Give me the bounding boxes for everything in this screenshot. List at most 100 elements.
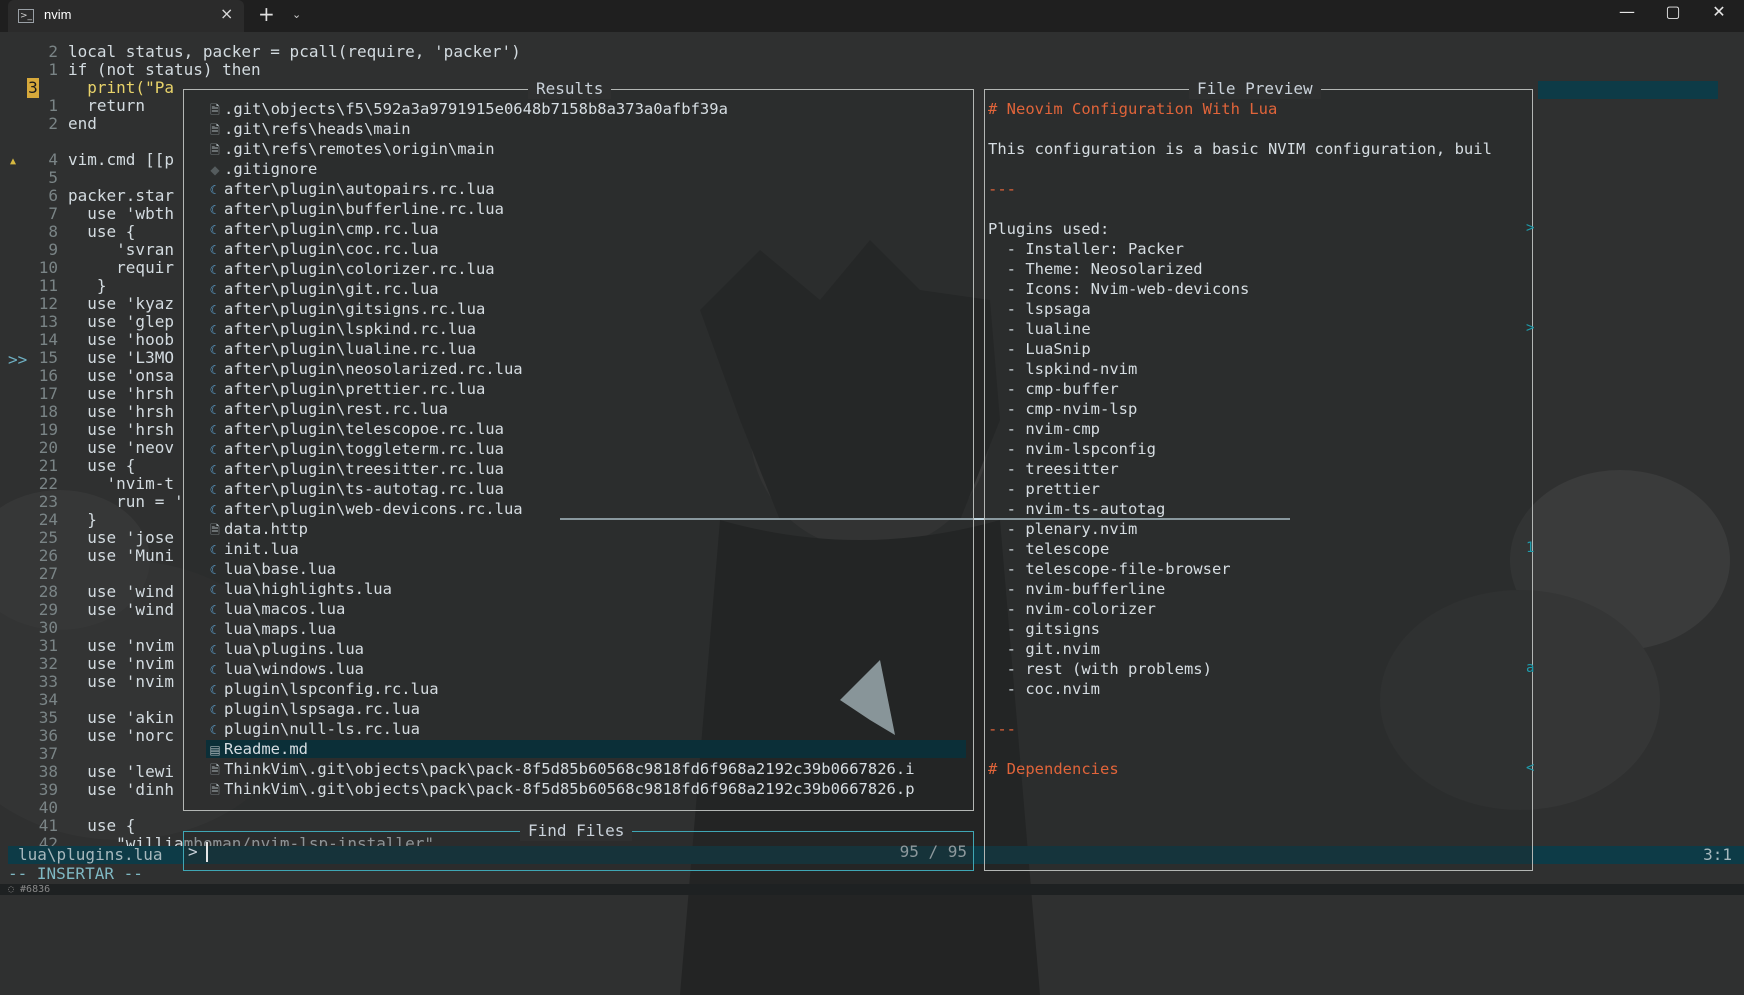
editor-area[interactable]: 2 1 3 1 2 4 5 6 7 8 9 10 11 12 13 14 15 16 17 18 19 20 21 22 23 2… [0, 40, 521, 853]
result-item[interactable]: ☾ after\plugin\telescopoe.rc.lua [206, 420, 966, 438]
result-item[interactable]: ☾ after\plugin\bufferline.rc.lua [206, 200, 966, 218]
code-line[interactable]: print("Pa [68, 78, 174, 98]
result-item[interactable]: ☾ lua\base.lua [206, 560, 966, 578]
result-item[interactable]: ☾ after\plugin\gitsigns.rc.lua [206, 300, 966, 318]
code-line[interactable]: use 'kyaz [68, 294, 174, 314]
git-icon: ◆ [210, 163, 220, 177]
result-item[interactable]: ☾ after\plugin\cmp.rc.lua [206, 220, 966, 238]
code-line[interactable]: use 'wbth [68, 204, 174, 224]
code-line[interactable]: use 'onsa [68, 366, 174, 386]
result-item[interactable]: 🗎 .git\refs\heads\main [206, 120, 966, 138]
result-item[interactable]: ☾ after\plugin\treesitter.rc.lua [206, 460, 966, 478]
result-item[interactable]: 🗎 .git\refs\remotes\origin\main [206, 140, 966, 158]
result-item[interactable]: ☾ lua\maps.lua [206, 620, 966, 638]
code-line[interactable]: use 'dinh [68, 780, 174, 800]
code-line[interactable]: } [68, 276, 107, 296]
result-item[interactable]: ☾ lua\windows.lua [206, 660, 966, 678]
result-item[interactable]: ☾ lua\highlights.lua [206, 580, 966, 598]
preview-line: # Neovim Configuration With Lua [988, 100, 1278, 118]
code-line[interactable]: use 'L3MO [68, 348, 174, 368]
code-line[interactable]: 'svran [68, 240, 174, 260]
preview-line: - git.nvim [988, 640, 1100, 658]
terminal-tab[interactable]: >_ nvim × [8, 0, 244, 32]
result-item[interactable]: 🗎 data.http [206, 520, 966, 538]
lua-icon: ☾ [209, 503, 221, 517]
code-line[interactable]: use 'wind [68, 582, 174, 602]
code-line[interactable]: local status, packer = pcall(require, 'p… [68, 42, 521, 62]
result-item[interactable]: ☾ plugin\null-ls.rc.lua [206, 720, 966, 738]
result-item[interactable]: 🗎 ThinkVim\.git\objects\pack\pack-8f5d85b… [206, 780, 966, 798]
preview-line: - nvim-colorizer [988, 600, 1156, 618]
code-line[interactable]: use 'norc [68, 726, 174, 746]
code-line[interactable]: use 'nvim [68, 654, 174, 674]
code-line[interactable]: use 'neov [68, 438, 174, 458]
code-line[interactable]: use { [68, 456, 135, 476]
code-line[interactable]: use 'jose [68, 528, 174, 548]
line-number: 8 [48, 222, 58, 241]
lua-icon: ☾ [209, 203, 221, 217]
result-item[interactable]: ☾ init.lua [206, 540, 966, 558]
line-number: 10 [38, 258, 58, 277]
result-label: after\plugin\autopairs.rc.lua [224, 180, 495, 198]
line-number: 17 [38, 384, 58, 403]
code-line[interactable]: use 'wind [68, 600, 174, 620]
code-line[interactable]: requir [68, 258, 174, 278]
line-number: 33 [38, 672, 58, 691]
code-line[interactable]: use 'nvim [68, 672, 174, 692]
minimize-button[interactable]: — [1604, 2, 1650, 21]
code-line[interactable]: use 'akin [68, 708, 174, 728]
result-item[interactable]: ☾ after\plugin\colorizer.rc.lua [206, 260, 966, 278]
result-item[interactable]: ☾ after\plugin\lualine.rc.lua [206, 340, 966, 358]
results-list[interactable]: 🗎 .git\objects\f5\592a3a9791915e0648b7158… [206, 100, 972, 800]
result-item[interactable]: ☾ plugin\lspsaga.rc.lua [206, 700, 966, 718]
code-line[interactable]: use { [68, 222, 135, 242]
result-item[interactable]: ☾ after\plugin\web-devicons.rc.lua [206, 500, 966, 518]
code-line[interactable]: use 'glep [68, 312, 174, 332]
code-line[interactable]: use 'hrsh [68, 420, 174, 440]
lua-icon: ☾ [209, 623, 221, 637]
result-item[interactable]: ◆ .gitignore [206, 160, 966, 178]
warning-sign-icon: ▲ [10, 156, 17, 167]
close-tab-icon[interactable]: × [220, 4, 233, 23]
result-item[interactable]: ☾ after\plugin\rest.rc.lua [206, 400, 966, 418]
code-line[interactable]: use { [68, 816, 135, 836]
code-line[interactable]: use 'nvim [68, 636, 174, 656]
result-item[interactable]: ☾ lua\plugins.lua [206, 640, 966, 658]
code-line[interactable]: if (not status) then [68, 60, 261, 80]
result-item[interactable]: 🗎 .git\objects\f5\592a3a9791915e0648b7158… [206, 100, 966, 118]
result-item[interactable]: ▤ Readme.md [206, 740, 966, 758]
code-line[interactable]: use 'lewi [68, 762, 174, 782]
code-line[interactable]: run = ' [68, 492, 183, 512]
result-item[interactable]: 🗎 ThinkVim\.git\objects\pack\pack-8f5d85b… [206, 760, 966, 778]
result-item[interactable]: ☾ after\plugin\neosolarized.rc.lua [206, 360, 966, 378]
code-line[interactable]: use 'Muni [68, 546, 174, 566]
result-item[interactable]: ☾ lua\macos.lua [206, 600, 966, 618]
result-item[interactable]: ☾ after\plugin\lspkind.rc.lua [206, 320, 966, 338]
preview-line: - cmp-nvim-lsp [988, 400, 1138, 418]
code-line[interactable]: 'nvim-t [68, 474, 174, 494]
code-line[interactable]: return [68, 96, 145, 116]
result-item[interactable]: ☾ after\plugin\prettier.rc.lua [206, 380, 966, 398]
chevron-down-icon[interactable]: ⌄ [292, 8, 301, 21]
code-line[interactable]: end [68, 114, 97, 134]
result-item[interactable]: ☾ after\plugin\coc.rc.lua [206, 240, 966, 258]
code-line[interactable]: use 'hrsh [68, 384, 174, 404]
line-number: 39 [38, 780, 58, 799]
close-window-button[interactable]: ✕ [1696, 2, 1742, 21]
code-line[interactable]: packer.star [68, 186, 174, 206]
lua-icon: ☾ [209, 343, 221, 357]
result-item[interactable]: ☾ after\plugin\git.rc.lua [206, 280, 966, 298]
code-line[interactable]: } [68, 510, 97, 530]
code-line[interactable]: vim.cmd [[p [68, 150, 174, 170]
result-item[interactable]: ☾ after\plugin\autopairs.rc.lua [206, 180, 966, 198]
code-line[interactable]: use 'hoob [68, 330, 174, 350]
find-files-input[interactable] [206, 842, 210, 862]
code-line[interactable]: use 'hrsh [68, 402, 174, 422]
maximize-button[interactable]: ▢ [1650, 2, 1696, 21]
new-tab-button[interactable]: + [258, 2, 275, 26]
result-label: after\plugin\telescopoe.rc.lua [224, 420, 504, 438]
result-item[interactable]: ☾ after\plugin\ts-autotag.rc.lua [206, 480, 966, 498]
result-item[interactable]: ☾ plugin\lspconfig.rc.lua [206, 680, 966, 698]
result-item[interactable]: ☾ after\plugin\toggleterm.rc.lua [206, 440, 966, 458]
prompt-panel[interactable]: Find Files > 95 / 95 [183, 821, 974, 871]
